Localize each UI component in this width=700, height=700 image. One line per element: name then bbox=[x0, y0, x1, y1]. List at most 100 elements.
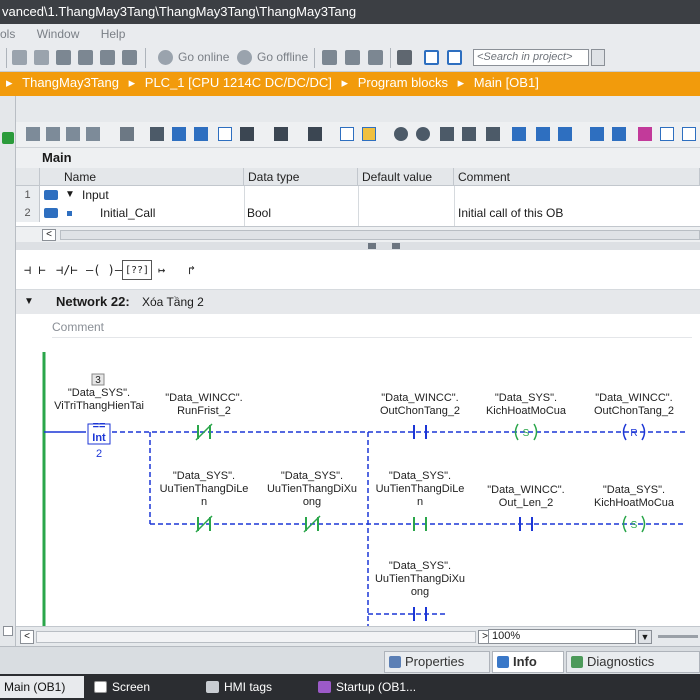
branch-icon[interactable] bbox=[512, 127, 526, 141]
save-icon[interactable] bbox=[56, 50, 71, 65]
download-icon[interactable] bbox=[100, 50, 115, 65]
editor-splitter[interactable] bbox=[16, 242, 700, 250]
blue-grid2-icon[interactable] bbox=[194, 127, 208, 141]
delete-row-icon[interactable] bbox=[46, 127, 60, 141]
scroll-down-icon[interactable] bbox=[3, 626, 13, 636]
go-online-button[interactable]: Go online bbox=[178, 50, 229, 64]
project-tree-collapsed[interactable] bbox=[0, 96, 16, 646]
split-vertical-icon[interactable] bbox=[447, 50, 462, 65]
abs-operand-icon[interactable] bbox=[240, 127, 254, 141]
compare-value: 3 bbox=[95, 375, 101, 386]
tab-properties[interactable]: Properties bbox=[384, 651, 490, 673]
view-mode-icon[interactable] bbox=[340, 127, 354, 141]
coil-button[interactable]: –( )– bbox=[86, 260, 122, 280]
task-hmi-tags[interactable]: HMI tags bbox=[202, 676, 308, 698]
svg-text:S: S bbox=[523, 428, 530, 439]
zoom-slider[interactable] bbox=[658, 635, 698, 638]
go-offline-button[interactable]: Go offline bbox=[257, 50, 308, 64]
stop-cpu-icon[interactable] bbox=[368, 50, 383, 65]
scroll-left-icon[interactable]: < bbox=[42, 229, 56, 241]
branch-close-icon[interactable] bbox=[536, 127, 550, 141]
task-startup[interactable]: Startup (OB1... bbox=[314, 676, 418, 698]
zoom-select[interactable]: 100% bbox=[488, 629, 636, 644]
empty-box-button[interactable]: [??] bbox=[122, 260, 153, 280]
redo-icon[interactable] bbox=[34, 50, 49, 65]
column-header-default-value[interactable]: Default value bbox=[358, 168, 454, 186]
expand-triangle-icon[interactable]: ▼ bbox=[65, 186, 75, 204]
compare-operand-label[interactable]: "Data_SYS". ViTriThangHienTai bbox=[46, 387, 152, 413]
favorites-icon[interactable] bbox=[362, 127, 376, 141]
compare-rhs[interactable]: 2 bbox=[88, 448, 110, 461]
task-main-ob1[interactable]: Main (OB1) bbox=[0, 676, 84, 698]
collapse-panel-icon[interactable] bbox=[2, 132, 14, 144]
search-icon[interactable] bbox=[591, 49, 605, 66]
contact-label[interactable]: "Data_SYS". UuTienThangDiXu ong bbox=[262, 470, 362, 509]
menu-item-window[interactable]: Window bbox=[37, 24, 80, 44]
split-horizontal-icon[interactable] bbox=[424, 50, 439, 65]
go-offline-icon[interactable] bbox=[237, 50, 252, 65]
breadcrumb-plc[interactable]: PLC_1 [CPU 1214C DC/DC/DC] bbox=[145, 72, 332, 94]
close-branch-button[interactable]: ↱ bbox=[188, 260, 195, 280]
open-branch-button[interactable]: ↦ bbox=[158, 260, 165, 280]
scroll-thumb[interactable] bbox=[60, 230, 700, 240]
no-contact-button[interactable]: ⊣ ⊢ bbox=[24, 260, 46, 280]
insert-network-icon[interactable] bbox=[66, 127, 80, 141]
breadcrumb-project[interactable]: ThangMay3Tang bbox=[22, 72, 119, 94]
comment-toggle-icon[interactable] bbox=[218, 127, 232, 141]
watch-on-icon[interactable] bbox=[638, 127, 652, 141]
contact-icon[interactable] bbox=[440, 127, 454, 141]
symbolic-icon[interactable] bbox=[274, 127, 288, 141]
interface-scrollbar[interactable]: < bbox=[16, 226, 700, 242]
tab-diagnostics[interactable]: Diagnostics bbox=[566, 651, 700, 673]
jump-down-icon[interactable] bbox=[612, 127, 626, 141]
breadcrumb-program-blocks[interactable]: Program blocks bbox=[358, 72, 448, 94]
tab-info[interactable]: Info bbox=[492, 651, 564, 673]
coil-label[interactable]: "Data_WINCC". OutChonTang_2 bbox=[584, 392, 684, 418]
input-section-icon bbox=[44, 190, 58, 200]
nc-contact-button[interactable]: ⊣/⊢ bbox=[56, 260, 78, 280]
monitor-toggle-icon[interactable] bbox=[682, 127, 696, 141]
open-box-icon[interactable] bbox=[462, 127, 476, 141]
contact-label[interactable]: "Data_SYS". UuTienThangDiXu ong bbox=[370, 560, 470, 599]
blue-grid-icon[interactable] bbox=[172, 127, 186, 141]
contact-label[interactable]: "Data_WINCC". OutChonTang_2 bbox=[370, 392, 470, 418]
search-input[interactable]: <Search in project> bbox=[473, 49, 589, 66]
list-view-icon[interactable] bbox=[150, 127, 164, 141]
undo-icon[interactable] bbox=[12, 50, 27, 65]
jump-up-icon[interactable] bbox=[590, 127, 604, 141]
go-online-icon[interactable] bbox=[158, 50, 173, 65]
contact-label[interactable]: "Data_SYS". UuTienThangDiLe n bbox=[154, 470, 254, 509]
breadcrumb-main-ob1[interactable]: Main [OB1] bbox=[474, 72, 539, 94]
column-header-data-type[interactable]: Data type bbox=[244, 168, 358, 186]
coil-label[interactable]: "Data_SYS". KichHoatMoCua bbox=[584, 484, 684, 510]
contact-label[interactable]: "Data_WINCC". Out_Len_2 bbox=[476, 484, 576, 510]
start-cpu-icon[interactable] bbox=[345, 50, 360, 65]
column-header-comment[interactable]: Comment bbox=[454, 168, 700, 186]
accessible-devices-icon[interactable] bbox=[322, 50, 337, 65]
collapse-down-icon[interactable] bbox=[392, 243, 400, 249]
delete-network-icon[interactable] bbox=[86, 127, 100, 141]
scroll-left-icon[interactable]: < bbox=[20, 630, 34, 644]
expand-icon[interactable] bbox=[486, 127, 500, 141]
upload-icon[interactable] bbox=[122, 50, 137, 65]
collapse-up-icon[interactable] bbox=[368, 243, 376, 249]
watch-off-icon[interactable] bbox=[660, 127, 674, 141]
zoom-dropdown-icon[interactable]: ▼ bbox=[638, 630, 652, 644]
coil-label[interactable]: "Data_SYS". KichHoatMoCua bbox=[476, 392, 576, 418]
menu-item-tools[interactable]: ols bbox=[0, 24, 15, 44]
cross-reference-icon[interactable] bbox=[397, 50, 412, 65]
goto-icon[interactable] bbox=[394, 127, 408, 141]
task-screen[interactable]: Screen bbox=[90, 676, 196, 698]
compile-icon[interactable] bbox=[78, 50, 93, 65]
insert-row-icon[interactable] bbox=[26, 127, 40, 141]
menu-item-help[interactable]: Help bbox=[101, 24, 126, 44]
rewire-icon[interactable] bbox=[308, 127, 322, 141]
ladder-editor[interactable]: ▼ Network 22: Xóa Tầng 2 Comment S R S 3… bbox=[16, 290, 700, 626]
contact-label[interactable]: "Data_SYS". UuTienThangDiLe n bbox=[370, 470, 470, 509]
monitor-icon[interactable] bbox=[120, 127, 134, 141]
goto2-icon[interactable] bbox=[416, 127, 430, 141]
branch-open-icon[interactable] bbox=[558, 127, 572, 141]
scroll-thumb[interactable] bbox=[36, 631, 476, 643]
contact-label[interactable]: "Data_WINCC". RunFrist_2 bbox=[154, 392, 254, 418]
column-header-name[interactable]: Name bbox=[40, 168, 244, 186]
